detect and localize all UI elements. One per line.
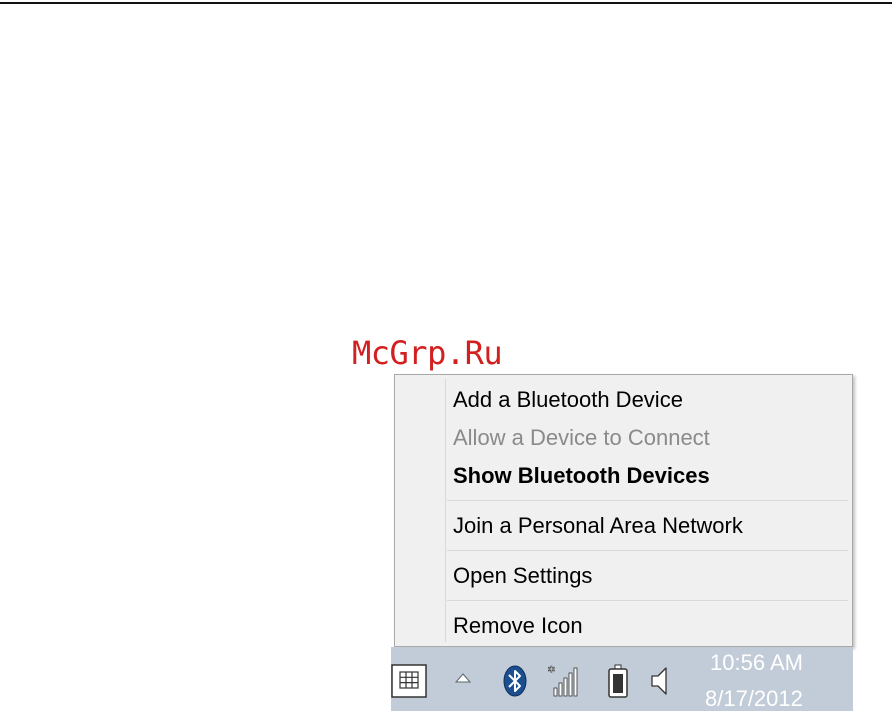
menu-item-join-personal-area-network[interactable]: Join a Personal Area Network [453, 510, 743, 542]
menu-item-add-bluetooth-device[interactable]: Add a Bluetooth Device [453, 384, 683, 416]
menu-item-show-bluetooth-devices[interactable]: Show Bluetooth Devices [453, 460, 710, 492]
menu-separator [447, 500, 848, 501]
clock-date[interactable]: 8/17/2012 [705, 686, 825, 711]
menu-item-allow-device-to-connect: Allow a Device to Connect [453, 425, 710, 450]
speaker-icon[interactable] [648, 664, 674, 698]
chevron-up-icon[interactable] [454, 672, 472, 684]
menu-item-open-settings[interactable]: Open Settings [453, 560, 592, 592]
menu-item-remove-icon[interactable]: Remove Icon [453, 610, 583, 642]
top-rule [0, 2, 892, 4]
menu-separator [447, 550, 848, 551]
bluetooth-context-menu: Add a Bluetooth Device Allow a Device to… [394, 374, 853, 647]
svg-text:*: * [548, 665, 555, 680]
clock-time[interactable]: 10:56 AM [710, 650, 820, 676]
bluetooth-icon[interactable] [502, 664, 528, 698]
menu-separator [447, 600, 848, 601]
keyboard-icon[interactable] [391, 664, 427, 698]
battery-icon[interactable] [606, 664, 630, 698]
page: McGrp.Ru Add a Bluetooth Device Allow a … [0, 0, 892, 711]
network-signal-icon[interactable]: * [546, 664, 580, 698]
watermark: McGrp.Ru [352, 334, 503, 372]
menu-gutter [445, 379, 446, 642]
